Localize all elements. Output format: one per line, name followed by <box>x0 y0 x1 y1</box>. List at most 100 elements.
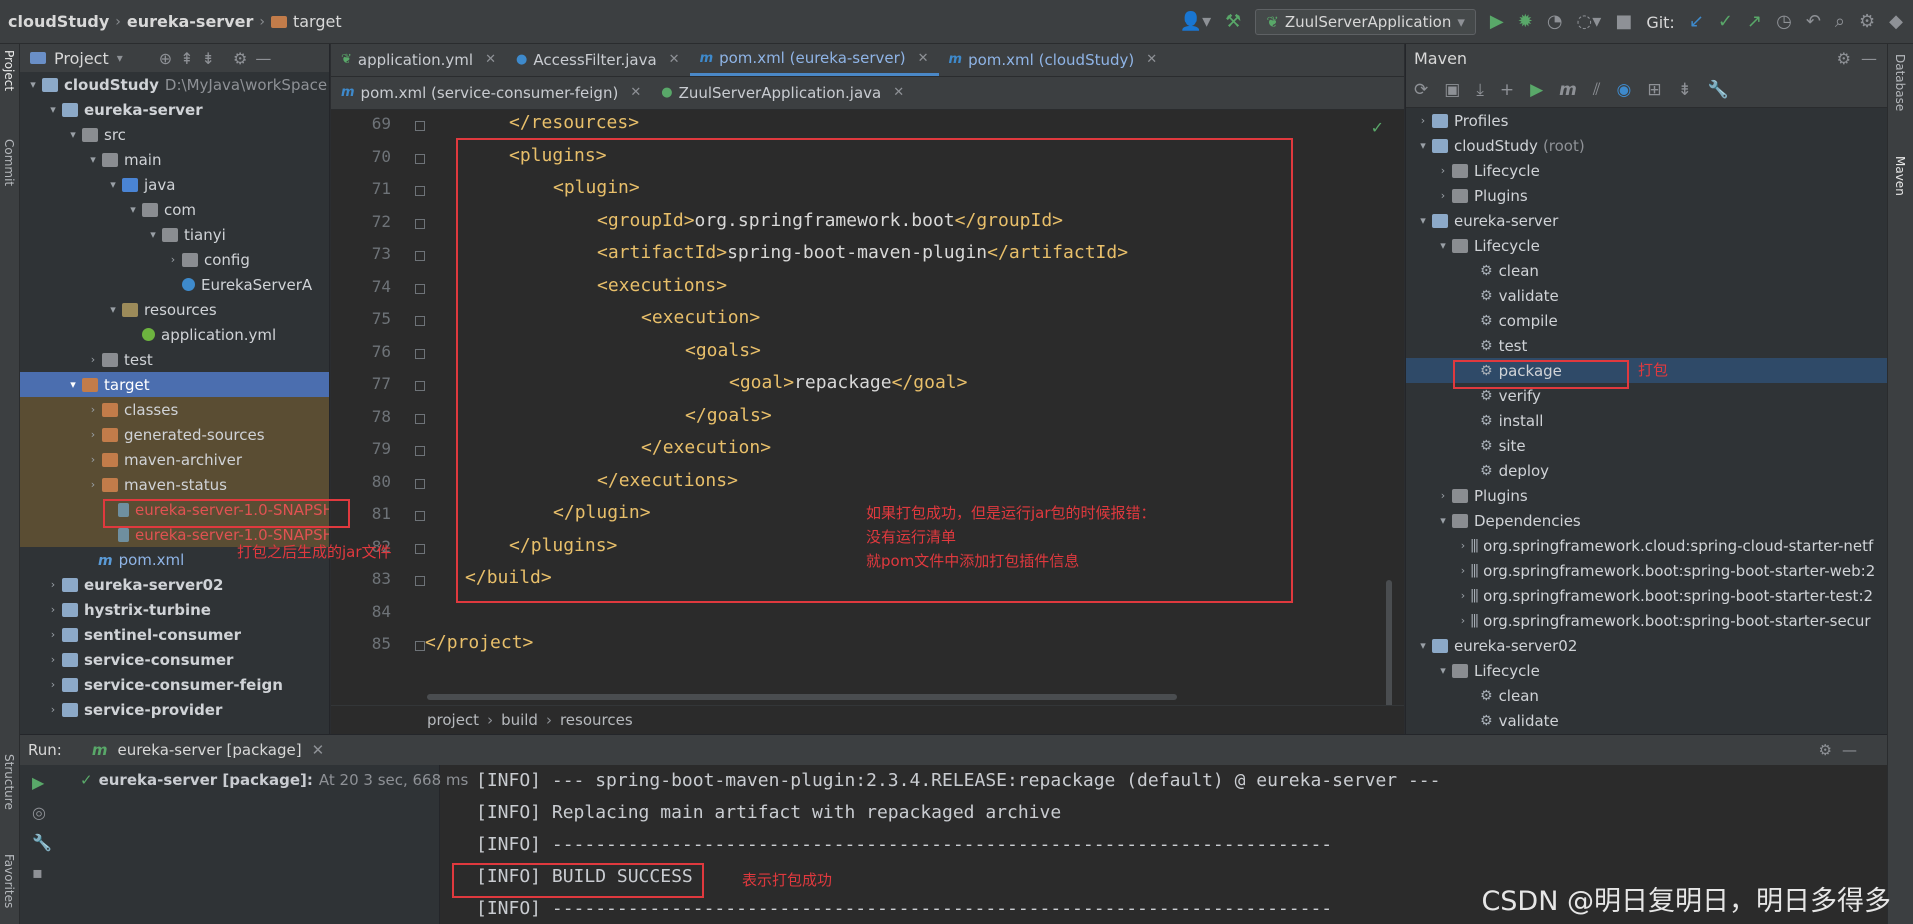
collapse-all-icon[interactable]: ⇟ <box>1678 80 1692 100</box>
rollback-icon[interactable]: ↶ <box>1806 13 1821 31</box>
run-tab-label[interactable]: eureka-server [package] <box>117 741 301 759</box>
debug-icon[interactable]: ✹ <box>1518 13 1533 31</box>
close-icon[interactable]: ✕ <box>312 741 325 759</box>
tree-item-service-consumer[interactable]: › service-consumer <box>20 647 329 672</box>
maven-goal-test[interactable]: ⚙ test <box>1406 333 1887 358</box>
chevron-down-icon[interactable]: ▾ <box>117 51 123 65</box>
maven-dependency-item[interactable]: › ||| org.springframework.boot:spring-bo… <box>1406 583 1887 608</box>
tree-item-resources[interactable]: ▾ resources <box>20 297 329 322</box>
stop-icon[interactable]: ■ <box>1615 13 1632 31</box>
maven-item-profiles[interactable]: › Profiles <box>1406 108 1887 133</box>
toggle-offline-icon[interactable]: ⫽ <box>1593 80 1601 100</box>
tree-item-maven-status[interactable]: › maven-status <box>20 472 329 497</box>
tree-item-eureka-server02[interactable]: › eureka-server02 <box>20 572 329 597</box>
favorites-tool-tab[interactable]: Favorites <box>2 854 16 908</box>
search-icon[interactable]: ⌕ <box>1835 13 1845 31</box>
maven-tool-tab[interactable]: Maven <box>1893 156 1907 196</box>
fold-marker-icon[interactable] <box>415 283 425 294</box>
editor-breadcrumb-item[interactable]: project <box>427 711 479 729</box>
maven-goal-clean[interactable]: ⚙ clean <box>1406 683 1887 708</box>
tree-item-hystrix-turbine[interactable]: › hystrix-turbine <box>20 597 329 622</box>
tab-pom-eureka-server[interactable]: m pom.xml (eureka-server) ✕ <box>689 44 939 76</box>
tree-item-main[interactable]: ▾ main <box>20 147 329 172</box>
run-task-item[interactable]: ✓ eureka-server [package]: At 20 3 sec, … <box>80 771 468 789</box>
run-icon[interactable]: ▶ <box>1490 13 1504 31</box>
close-icon[interactable]: ✕ <box>669 52 680 67</box>
run-icon[interactable]: ▶ <box>1530 80 1543 100</box>
tree-item-maven-archiver[interactable]: › maven-archiver <box>20 447 329 472</box>
tree-item-java[interactable]: ▾ java <box>20 172 329 197</box>
expand-all-icon[interactable]: ⇞ <box>180 49 193 68</box>
fold-marker-icon[interactable] <box>415 218 425 229</box>
structure-tool-tab[interactable]: Structure <box>2 754 16 810</box>
close-icon[interactable]: ✕ <box>630 85 641 100</box>
fold-marker-icon[interactable] <box>415 641 425 651</box>
wrench-icon[interactable]: 🔧 <box>32 833 52 852</box>
tree-item-eureka-server-application[interactable]: EurekaServerA <box>20 272 329 297</box>
maven-dependency-item[interactable]: › ||| org.springframework.boot:spring-bo… <box>1406 608 1887 633</box>
breadcrumb-module[interactable]: eureka-server <box>127 12 254 31</box>
maven-item-lifecycle[interactable]: › Lifecycle <box>1406 158 1887 183</box>
tree-item-cloudStudy[interactable]: ▾ cloudStudy D:\MyJava\workSpace <box>20 72 329 97</box>
ide-logo-icon[interactable]: ◆ <box>1889 13 1903 31</box>
tree-item-service-provider[interactable]: › service-provider <box>20 697 329 722</box>
pin-icon[interactable]: ▪ <box>32 863 43 882</box>
fold-marker-icon[interactable] <box>415 446 425 456</box>
generate-sources-icon[interactable]: ▣ <box>1444 80 1460 100</box>
inspection-ok-icon[interactable]: ✓ <box>1371 118 1384 137</box>
close-icon[interactable]: ✕ <box>893 85 904 100</box>
tree-item-target[interactable]: ▾ target <box>20 372 329 397</box>
maven-goal-install[interactable]: ⚙ install <box>1406 408 1887 433</box>
maven-item-cloudstudy[interactable]: ▾ cloudStudy (root) <box>1406 133 1887 158</box>
wrench-icon[interactable]: 🔧 <box>1708 80 1729 100</box>
fold-marker-icon[interactable] <box>415 381 425 391</box>
hide-panel-icon[interactable]: — <box>1842 741 1857 759</box>
tree-item-eureka-server[interactable]: ▾ eureka-server <box>20 97 329 122</box>
fold-marker-icon[interactable] <box>415 186 425 196</box>
git-commit-icon[interactable]: ✓ <box>1718 13 1733 31</box>
horizontal-scrollbar[interactable] <box>427 694 1177 700</box>
project-panel-title[interactable]: Project <box>54 49 109 68</box>
maven-dependency-item[interactable]: › ||| org.springframework.cloud:spring-c… <box>1406 533 1887 558</box>
tree-item-test[interactable]: › test <box>20 347 329 372</box>
maven-item-eureka-server02[interactable]: ▾ eureka-server02 <box>1406 633 1887 658</box>
execute-goal-icon[interactable]: m <box>1559 80 1577 100</box>
fold-marker-icon[interactable] <box>415 543 425 554</box>
maven-goal-site[interactable]: ⚙ site <box>1406 433 1887 458</box>
tree-item-src[interactable]: ▾ src <box>20 122 329 147</box>
tab-application-yml[interactable]: ❦ application.yml ✕ <box>331 44 506 76</box>
tab-access-filter-java[interactable]: ● AccessFilter.java ✕ <box>506 44 690 76</box>
tab-pom-cloudstudy[interactable]: m pom.xml (cloudStudy) ✕ <box>939 44 1168 76</box>
user-icon[interactable]: 👤▾ <box>1180 13 1211 31</box>
maven-item-dependencies[interactable]: ▾ Dependencies <box>1406 508 1887 533</box>
tree-item-service-consumer-feign[interactable]: › service-consumer-feign <box>20 672 329 697</box>
maven-dependency-item[interactable]: › ||| org.springframework.boot:spring-bo… <box>1406 558 1887 583</box>
fold-marker-icon[interactable] <box>415 251 425 261</box>
tree-item-sentinel-consumer[interactable]: › sentinel-consumer <box>20 622 329 647</box>
fold-marker-icon[interactable] <box>415 153 425 164</box>
editor-breadcrumb-item[interactable]: resources <box>560 711 633 729</box>
maven-item-lifecycle[interactable]: ▾ Lifecycle <box>1406 658 1887 683</box>
tree-item-config[interactable]: › config <box>20 247 329 272</box>
close-icon[interactable]: ✕ <box>918 51 929 66</box>
editor-breadcrumb-item[interactable]: build <box>501 711 538 729</box>
fold-marker-icon[interactable] <box>415 478 425 489</box>
tree-item-generated-sources[interactable]: › generated-sources <box>20 422 329 447</box>
settings-gear-icon[interactable]: ⚙ <box>1837 49 1851 68</box>
show-dependencies-icon[interactable]: ⊞ <box>1647 80 1661 100</box>
settings-gear-icon[interactable]: ⚙ <box>233 49 247 68</box>
tab-pom-service-consumer-feign[interactable]: m pom.xml (service-consumer-feign) ✕ <box>331 76 651 109</box>
tab-zuul-server-application-java[interactable]: ● ZuulServerApplication.java ✕ <box>651 76 914 109</box>
maven-item-plugins[interactable]: › Plugins <box>1406 183 1887 208</box>
reload-icon[interactable]: ⟳ <box>1414 80 1428 100</box>
profile-icon[interactable]: ◌▾ <box>1577 13 1602 31</box>
maven-item-lifecycle[interactable]: ▾ Lifecycle <box>1406 233 1887 258</box>
breadcrumb-folder[interactable]: target <box>270 12 342 31</box>
fold-marker-icon[interactable] <box>415 316 425 326</box>
maven-item-eureka-server[interactable]: ▾ eureka-server <box>1406 208 1887 233</box>
vertical-scrollbar[interactable] <box>1386 580 1392 710</box>
run-config-dropdown[interactable]: ❦ ZuulServerApplication ▾ <box>1255 9 1476 35</box>
maven-goal-validate[interactable]: ⚙ validate <box>1406 708 1887 733</box>
maven-goal-clean[interactable]: ⚙ clean <box>1406 258 1887 283</box>
hide-panel-icon[interactable]: — <box>255 49 271 68</box>
